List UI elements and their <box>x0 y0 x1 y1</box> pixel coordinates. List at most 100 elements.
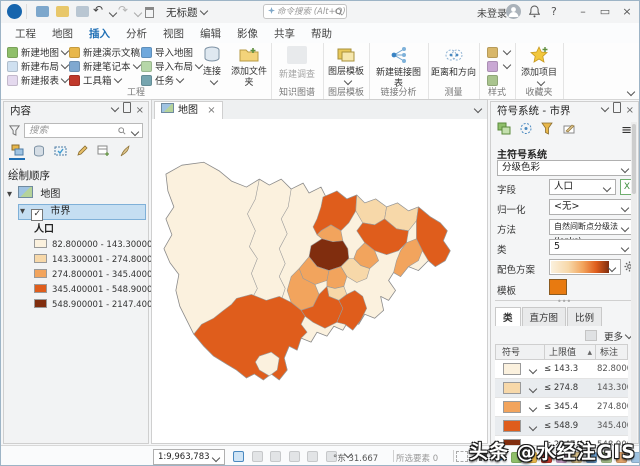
customize-quick-access-icon[interactable] <box>145 7 154 18</box>
symbol-dropdown-icon[interactable] <box>529 366 537 374</box>
pin-icon[interactable] <box>123 102 131 113</box>
vary-symbology-icon[interactable] <box>518 122 534 136</box>
renderer-select[interactable]: 分级色彩 <box>497 160 634 176</box>
class-label[interactable]: 143.300001 -... <box>597 379 628 398</box>
new-presentation-button[interactable]: 新建演示文稿 <box>69 47 149 61</box>
ribbon-tab-map[interactable]: 地图 <box>44 23 81 43</box>
symbol-dropdown-icon[interactable] <box>529 385 537 393</box>
navigate-tool-icon[interactable] <box>233 451 244 462</box>
class-upper-value[interactable]: ≤ 548.9 <box>544 417 596 436</box>
map-scale-select[interactable]: 1:9,963,783 <box>153 449 225 465</box>
tree-expanded-icon[interactable]: ▾ <box>7 189 12 200</box>
symbology-tab-histogram[interactable]: 直方图 <box>522 307 567 326</box>
import-map-button[interactable]: 导入地图 <box>141 47 193 61</box>
column-header-symbol[interactable]: 符号 <box>495 344 545 360</box>
ribbon-tab-analysis[interactable]: 分析 <box>118 23 155 43</box>
import-layout-button[interactable]: 导入布局 <box>141 61 202 75</box>
template-swatch[interactable] <box>549 279 567 295</box>
layer-visibility-checkbox[interactable]: ✓ <box>31 209 43 221</box>
pane-options-icon[interactable] <box>110 104 118 112</box>
list-by-data-source-icon[interactable] <box>31 145 47 159</box>
symbol-filter-icon[interactable] <box>539 122 555 136</box>
user-avatar[interactable] <box>506 4 521 19</box>
add-folder-button[interactable]: 添加文件夹 <box>229 46 269 89</box>
list-by-labeling-icon[interactable] <box>95 145 111 159</box>
class-symbol-swatch[interactable] <box>503 363 521 375</box>
style-new-button[interactable] <box>487 61 510 75</box>
symbol-dropdown-icon[interactable] <box>529 404 537 412</box>
class-label[interactable]: 345.400001 -... <box>597 417 628 436</box>
color-scheme-select[interactable] <box>549 259 621 275</box>
field-select[interactable]: 人口 <box>549 179 616 195</box>
redo-dropdown-icon[interactable] <box>134 9 142 17</box>
tree-expanded-icon[interactable]: ▾ <box>20 206 25 217</box>
notifications-bell-icon[interactable] <box>529 5 540 18</box>
primary-symbology-icon[interactable] <box>496 122 512 136</box>
new-link-chart-button[interactable]: 新建链接图表 <box>372 46 425 90</box>
classes-select[interactable]: 5 <box>549 239 634 255</box>
search-options-icon[interactable] <box>131 128 139 136</box>
save-icon[interactable] <box>36 6 49 17</box>
list-by-editing-icon[interactable] <box>74 145 90 159</box>
column-header-upper-value[interactable]: 上限值▴ <box>544 344 596 360</box>
class-label[interactable]: 82.800000 -... <box>597 360 628 379</box>
ribbon-tab-insert[interactable]: 插入 <box>81 23 118 45</box>
connections-button[interactable]: 连接 <box>197 46 227 90</box>
map-canvas[interactable] <box>152 119 487 443</box>
full-extent-icon[interactable] <box>252 451 263 462</box>
class-upper-value[interactable]: ≤ 274.8 <box>544 379 596 398</box>
tree-item-map[interactable]: ▾ 地图 <box>4 186 148 202</box>
pane-options-icon[interactable] <box>600 104 608 112</box>
splitter[interactable]: ••• <box>495 300 636 301</box>
redo-icon[interactable]: ↷ <box>118 3 128 17</box>
symbology-tab-scales[interactable]: 比例 <box>567 307 602 326</box>
help-icon[interactable]: ? <box>551 5 557 18</box>
list-by-selection-icon[interactable] <box>52 145 68 159</box>
list-by-drawing-order-icon[interactable] <box>9 144 25 160</box>
save-as-icon[interactable] <box>76 6 89 17</box>
measure-tool-icon[interactable] <box>289 451 300 462</box>
map-view-tab[interactable]: 地图 × <box>154 101 223 120</box>
selection-box-icon[interactable] <box>456 451 468 462</box>
close-pane-icon[interactable]: × <box>626 105 634 116</box>
class-symbol-swatch[interactable] <box>503 382 521 394</box>
maximize-button[interactable]: ▭ <box>595 5 615 18</box>
class-label[interactable]: 274.800001 -... <box>597 398 628 417</box>
ribbon-tab-help[interactable]: 帮助 <box>303 23 340 43</box>
popup-tool-icon[interactable] <box>307 451 318 462</box>
layer-templates-button[interactable]: 图层模板 <box>328 46 364 90</box>
select-tool-icon[interactable] <box>270 451 281 462</box>
class-symbol-swatch[interactable] <box>503 401 521 413</box>
class-row[interactable]: ≤ 274.8143.300001 -... <box>495 379 628 398</box>
class-row[interactable]: ≤ 548.9345.400001 -... <box>495 417 628 436</box>
new-investigation-button[interactable]: 新建调查 <box>279 46 315 81</box>
open-project-icon[interactable] <box>56 6 69 17</box>
collapse-ribbon-icon[interactable] <box>627 88 635 96</box>
selected-features-readout[interactable]: 所选要素 0 <box>396 452 438 464</box>
project-title[interactable]: 无标题 <box>166 5 207 20</box>
style-import-button[interactable] <box>487 47 510 61</box>
tree-item-layer[interactable]: ▾ ✓ 市界 <box>4 204 148 220</box>
normalization-select[interactable]: <无> <box>549 199 634 215</box>
new-notebook-button[interactable]: 新建笔记本 <box>69 61 140 75</box>
undo-dropdown-icon[interactable] <box>109 9 117 17</box>
close-view-icon[interactable]: × <box>207 105 215 116</box>
ribbon-tab-share[interactable]: 共享 <box>266 23 303 43</box>
ribbon-tab-project[interactable]: 工程 <box>7 23 44 43</box>
symbol-dropdown-icon[interactable] <box>529 423 537 431</box>
list-by-snapping-icon[interactable] <box>117 145 133 159</box>
scrollbar[interactable] <box>631 122 637 443</box>
new-map-button[interactable]: 新建地图 <box>7 47 68 61</box>
close-pane-icon[interactable]: × <box>136 105 144 116</box>
class-upper-value[interactable]: ≤ 345.4 <box>544 398 596 417</box>
ribbon-tab-view[interactable]: 视图 <box>155 23 192 43</box>
class-symbol-swatch[interactable] <box>503 420 521 432</box>
symbology-pane-header[interactable]: 符号系统 - 市界 × <box>491 102 638 120</box>
minimize-button[interactable]: – <box>573 5 593 18</box>
undo-icon[interactable]: ↶ <box>93 3 103 17</box>
ribbon-tab-edit[interactable]: 编辑 <box>192 23 229 43</box>
command-search-input[interactable]: 命令搜索 (Alt+Q) <box>263 4 347 19</box>
ribbon-tab-imagery[interactable]: 影像 <box>229 23 266 43</box>
sign-in-status[interactable]: 未登录 <box>477 5 507 20</box>
more-menu[interactable]: 更多 <box>585 329 632 343</box>
